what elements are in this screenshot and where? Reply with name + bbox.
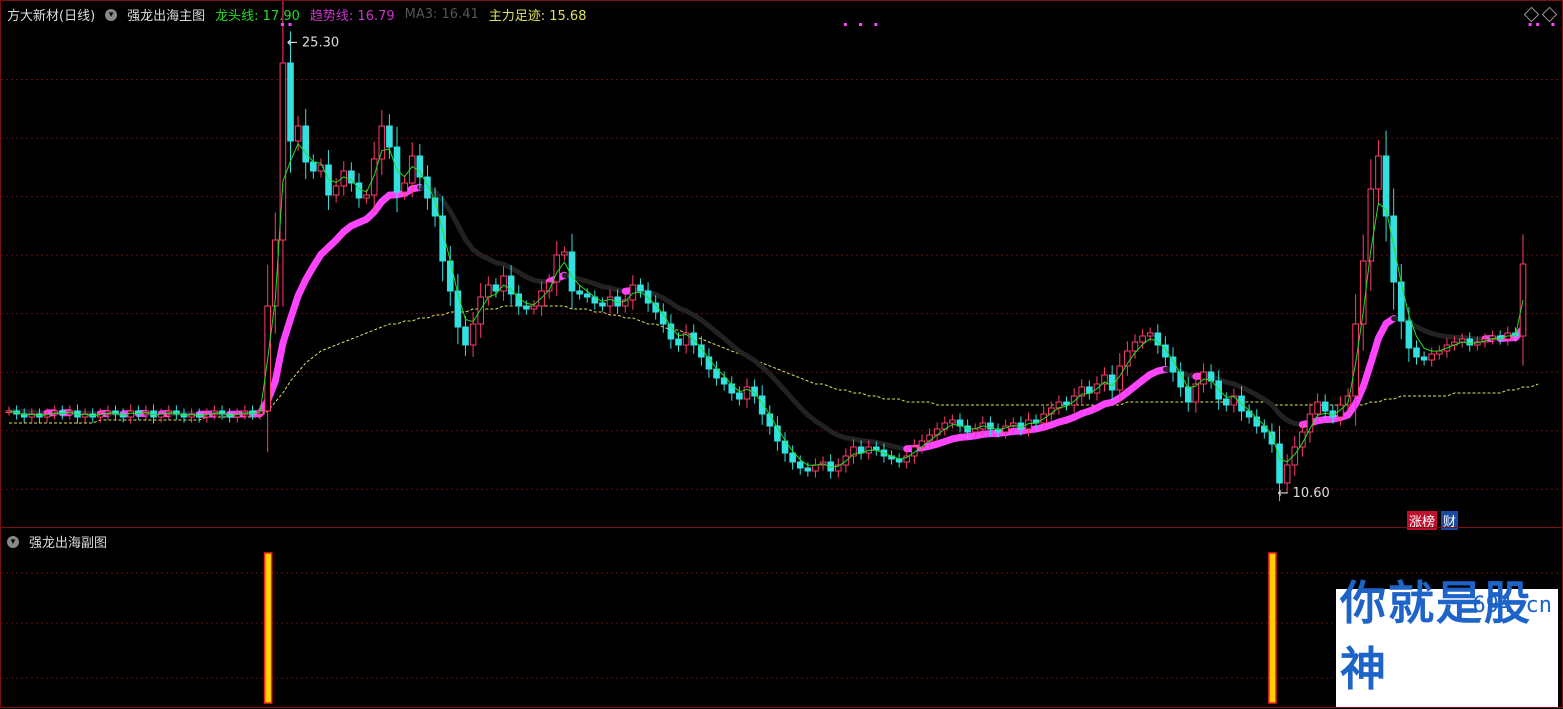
candle-body [607, 297, 613, 306]
candle-body [934, 429, 940, 435]
candle-body [447, 261, 453, 291]
candle-body [493, 285, 499, 291]
candle-body [912, 447, 918, 456]
candle-body [455, 291, 461, 327]
candle-body [1284, 465, 1290, 483]
candle-body [1315, 402, 1321, 414]
candle-body [371, 159, 377, 195]
candle-body [737, 393, 743, 399]
signal-bar [265, 553, 272, 703]
candle-body [402, 183, 408, 192]
signal-dot [281, 23, 284, 26]
candle-body [691, 333, 697, 345]
candle-body [1223, 399, 1229, 405]
candle-body [463, 327, 469, 345]
candle-body [729, 384, 735, 393]
candle-body [577, 291, 583, 294]
signal-bar [1269, 553, 1276, 703]
candle-body [858, 447, 864, 453]
candle-body [972, 429, 978, 432]
candle-body [333, 186, 339, 195]
candle-body [813, 465, 819, 471]
candle-body [288, 63, 294, 141]
trend-ribbon-segment [290, 296, 298, 319]
candle-body [1140, 336, 1146, 342]
sub-chart-panel[interactable]: ▾ 强龙出海副图 694.cn 你就是股神 [0, 527, 1563, 708]
candle-body [1201, 372, 1207, 384]
candle-body [562, 252, 568, 255]
candle-body [1414, 348, 1420, 357]
signal-dot [1529, 23, 1532, 26]
candle-body [584, 294, 590, 297]
candle-body [874, 447, 880, 450]
candle-body [1109, 375, 1115, 390]
candle-body [805, 468, 811, 471]
candle-body [303, 126, 309, 162]
candle-body [364, 195, 370, 198]
candle-body [927, 435, 933, 441]
signal-dot [1536, 23, 1539, 26]
candle-body [1383, 156, 1389, 216]
candle-body [349, 171, 355, 183]
candle-body [524, 306, 530, 309]
candle-body [1231, 396, 1237, 405]
candle-body [569, 252, 575, 291]
signal-dot [844, 23, 847, 26]
signal-chart [1, 528, 1563, 709]
candle-body [379, 126, 385, 159]
candle-body [470, 324, 476, 345]
candle-body [1277, 444, 1283, 483]
candle-body [1429, 354, 1435, 360]
candle-body [478, 297, 484, 324]
candle-body [311, 162, 317, 171]
candle-body [417, 156, 423, 177]
candle-body [744, 387, 750, 399]
signal-dot [874, 23, 877, 26]
candle-body [767, 414, 773, 426]
candle-body [425, 177, 431, 198]
signal-dot [288, 23, 291, 26]
candle-body [1322, 402, 1328, 411]
dragon-line [9, 144, 1523, 468]
candle-body [600, 303, 606, 306]
trend-ribbon-segment [275, 343, 283, 381]
high-price-label: ← 25.30 [287, 35, 339, 50]
candle-body [1147, 333, 1153, 336]
trend-ribbon-segment [1371, 338, 1379, 363]
candle-body [1406, 321, 1412, 348]
candle-body [759, 396, 765, 414]
watermark: 694.cn 你就是股神 [1336, 589, 1558, 707]
trend-ribbon-segment [283, 319, 291, 343]
signal-dot [1551, 23, 1554, 26]
candle-body [638, 285, 644, 291]
candlestick-chart: ← 25.30 ← 10.60 [1, 1, 1563, 529]
candle-body [1467, 339, 1473, 345]
main-chart-panel[interactable]: 方大新材(日线) ▾ 强龙出海主图 龙头线: 17.90 趋势线: 16.79 … [0, 0, 1563, 528]
candle-body [790, 453, 796, 462]
candle-body [950, 420, 956, 423]
main-force-line [9, 306, 1538, 423]
trend-ribbon-segment [1363, 363, 1371, 387]
low-price-label: ← 10.60 [1278, 486, 1330, 501]
candle-body [1132, 342, 1138, 351]
candle-body [531, 306, 537, 309]
candle-body [676, 339, 682, 345]
candle-body [486, 285, 492, 297]
candle-body [1398, 282, 1404, 321]
signal-dot [859, 23, 862, 26]
candle-body [797, 462, 803, 468]
candle-body [1421, 357, 1427, 360]
candle-body [1185, 387, 1191, 402]
candle-body [295, 126, 301, 141]
candle-body [1376, 156, 1382, 189]
candle-body [1391, 216, 1397, 282]
candle-body [387, 126, 393, 147]
candle-body [501, 276, 507, 291]
candle-body [356, 183, 362, 198]
watermark-slogan: 你就是股神 [1340, 567, 1558, 699]
